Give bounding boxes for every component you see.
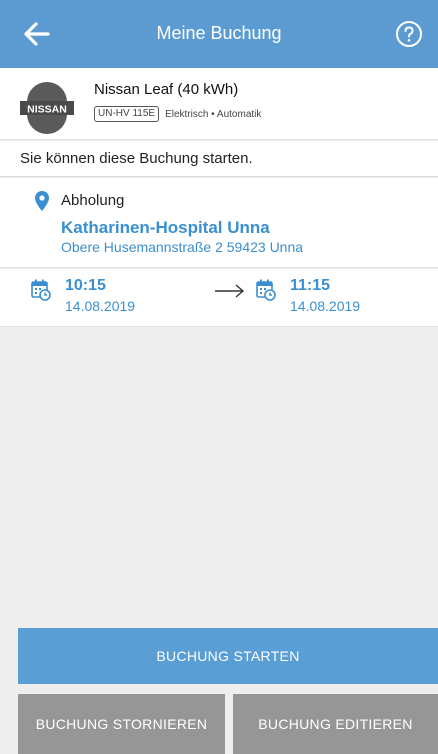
start-date: 14.08.2019 xyxy=(65,298,136,314)
nissan-logo: NISSAN xyxy=(19,82,75,134)
svg-text:NISSAN: NISSAN xyxy=(27,104,67,116)
map-pin-icon xyxy=(35,191,49,211)
pickup-label: Abholung xyxy=(61,192,125,209)
arrow-right-icon xyxy=(215,284,245,298)
end-date: 14.08.2019 xyxy=(290,298,361,314)
vehicle-meta: UN-HV 115E Elektrisch • Automatik xyxy=(94,106,261,122)
page-title: Meine Buchung xyxy=(156,23,282,43)
pickup-section: Abholung Katharinen-Hospital Unna Obere … xyxy=(0,178,438,268)
vehicle-name: Nissan Leaf (40 kWh) xyxy=(94,81,239,98)
cancel-booking-button[interactable]: BUCHUNG STORNIEREN xyxy=(18,694,225,754)
edit-booking-button[interactable]: BUCHUNG EDITIEREN xyxy=(233,694,438,754)
vehicle-specs: Elektrisch • Automatik xyxy=(165,108,262,120)
end-time: 11:15 xyxy=(290,277,331,294)
start-time: 10:15 xyxy=(65,277,106,294)
status-message: Sie können diese Buchung starten. xyxy=(20,150,253,167)
pickup-location-name[interactable]: Katharinen-Hospital Unna xyxy=(61,218,270,238)
vehicle-card: NISSAN Nissan Leaf (40 kWh) UN-HV 115E E… xyxy=(0,68,438,140)
help-button[interactable] xyxy=(395,20,423,48)
booking-times: 10:15 14.08.2019 11:15 14.08.2019 xyxy=(0,269,438,327)
pickup-address[interactable]: Obere Husemannstraße 2 59423 Unna xyxy=(61,239,303,255)
start-booking-button[interactable]: BUCHUNG STARTEN xyxy=(18,628,438,684)
app-header: Meine Buchung xyxy=(0,0,438,68)
calendar-clock-icon xyxy=(31,279,51,301)
license-plate: UN-HV 115E xyxy=(94,106,160,122)
booking-status: Sie können diese Buchung starten. xyxy=(0,141,438,177)
question-circle-icon xyxy=(396,21,422,47)
calendar-clock-icon xyxy=(256,279,276,301)
